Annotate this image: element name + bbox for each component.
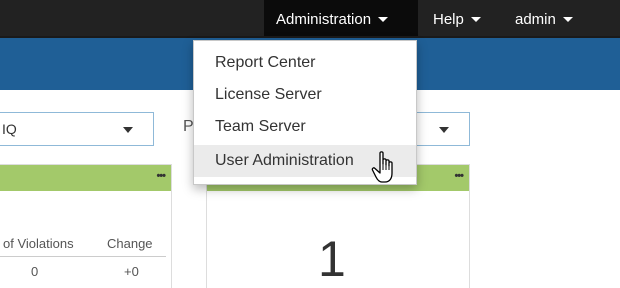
left-panel: ••• [0,164,172,288]
menu-item-license-server[interactable]: License Server [194,79,416,111]
menu-item-report-center[interactable]: Report Center [194,47,416,79]
period-select[interactable] [412,112,470,146]
nav-help-label: Help [433,11,464,28]
nav-help[interactable]: Help [433,0,481,38]
caret-down-icon [470,16,481,22]
nav-admin-user[interactable]: admin [515,0,573,38]
nav-administration[interactable]: Administration [264,0,418,38]
violations-count: 1 [318,231,346,287]
table-divider [0,256,166,257]
hand-pointer-icon [371,151,393,183]
panel-menu-icon[interactable]: ••• [156,170,166,182]
caret-down-icon [562,16,573,22]
cell-violations: 0 [31,264,39,279]
panel-menu-icon[interactable]: ••• [454,170,464,182]
caret-down-icon [439,127,449,133]
column-header-violations: of Violations [3,236,74,251]
nav-administration-label: Administration [276,11,372,28]
caret-down-icon [123,127,133,133]
cell-change: +0 [124,264,139,279]
project-select-value: IQ [2,121,17,137]
left-panel-header: ••• [0,165,171,191]
caret-down-icon [378,16,389,22]
column-header-change: Change [107,236,153,251]
nav-admin-label: admin [515,11,556,28]
top-navbar: Administration Help admin [0,0,620,38]
project-select[interactable]: IQ [0,112,154,146]
menu-item-team-server[interactable]: Team Server [194,111,416,143]
